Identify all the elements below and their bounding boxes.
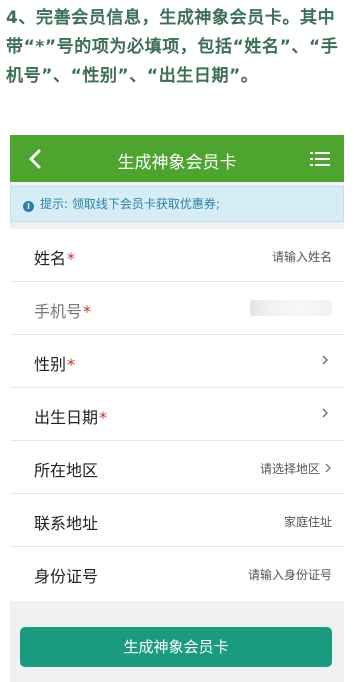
name-field[interactable]: 姓名* 请输入姓名 xyxy=(10,229,344,282)
info-icon: i xyxy=(23,201,34,212)
chevron-right-icon xyxy=(325,463,331,473)
id-number-label: 身份证号 xyxy=(34,567,99,586)
birthday-label: 出生日期* xyxy=(34,408,108,427)
tip-text: 提示: 领取线下会员卡获取优惠券; xyxy=(40,197,220,211)
required-mark: * xyxy=(67,355,76,374)
phone-input-blurred[interactable] xyxy=(250,300,332,316)
navbar: 生成神象会员卡 xyxy=(10,135,344,182)
menu-icon[interactable] xyxy=(310,150,330,168)
phone-field[interactable]: 手机号* xyxy=(10,282,344,335)
region-label: 所在地区 xyxy=(34,461,99,480)
chevron-right-icon xyxy=(322,355,328,365)
instruction-text: 4、完善会员信息，生成神象会员卡。其中带“*”号的项为必填项，包括“姓名”、“手… xyxy=(6,8,339,86)
address-field[interactable]: 联系地址 家庭住址 xyxy=(10,494,344,547)
name-input[interactable]: 请输入姓名 xyxy=(272,248,332,265)
address-input[interactable]: 家庭住址 xyxy=(284,513,332,530)
required-mark: * xyxy=(67,249,76,268)
page-title: 生成神象会员卡 xyxy=(117,153,237,173)
id-number-input[interactable]: 请输入身份证号 xyxy=(248,566,332,583)
tip-banner: i 提示: 领取线下会员卡获取优惠券; xyxy=(10,186,344,222)
id-number-field[interactable]: 身份证号 请输入身份证号 xyxy=(10,547,344,600)
gender-label: 性别* xyxy=(34,355,76,374)
member-form: 姓名* 请输入姓名 手机号* 性别* 出生日期* 所在地区 请选择地区 联系地址… xyxy=(10,229,344,601)
chevron-right-icon xyxy=(322,408,328,418)
phone-label: 手机号* xyxy=(34,302,92,321)
submit-button[interactable]: 生成神象会员卡 xyxy=(20,627,332,667)
name-label: 姓名* xyxy=(34,249,76,268)
required-mark: * xyxy=(83,302,92,321)
birthday-field[interactable]: 出生日期* xyxy=(10,388,344,441)
region-select[interactable]: 请选择地区 xyxy=(260,460,332,477)
required-mark: * xyxy=(99,408,108,427)
gender-field[interactable]: 性别* xyxy=(10,335,344,388)
address-label: 联系地址 xyxy=(34,514,99,533)
region-field[interactable]: 所在地区 请选择地区 xyxy=(10,441,344,494)
